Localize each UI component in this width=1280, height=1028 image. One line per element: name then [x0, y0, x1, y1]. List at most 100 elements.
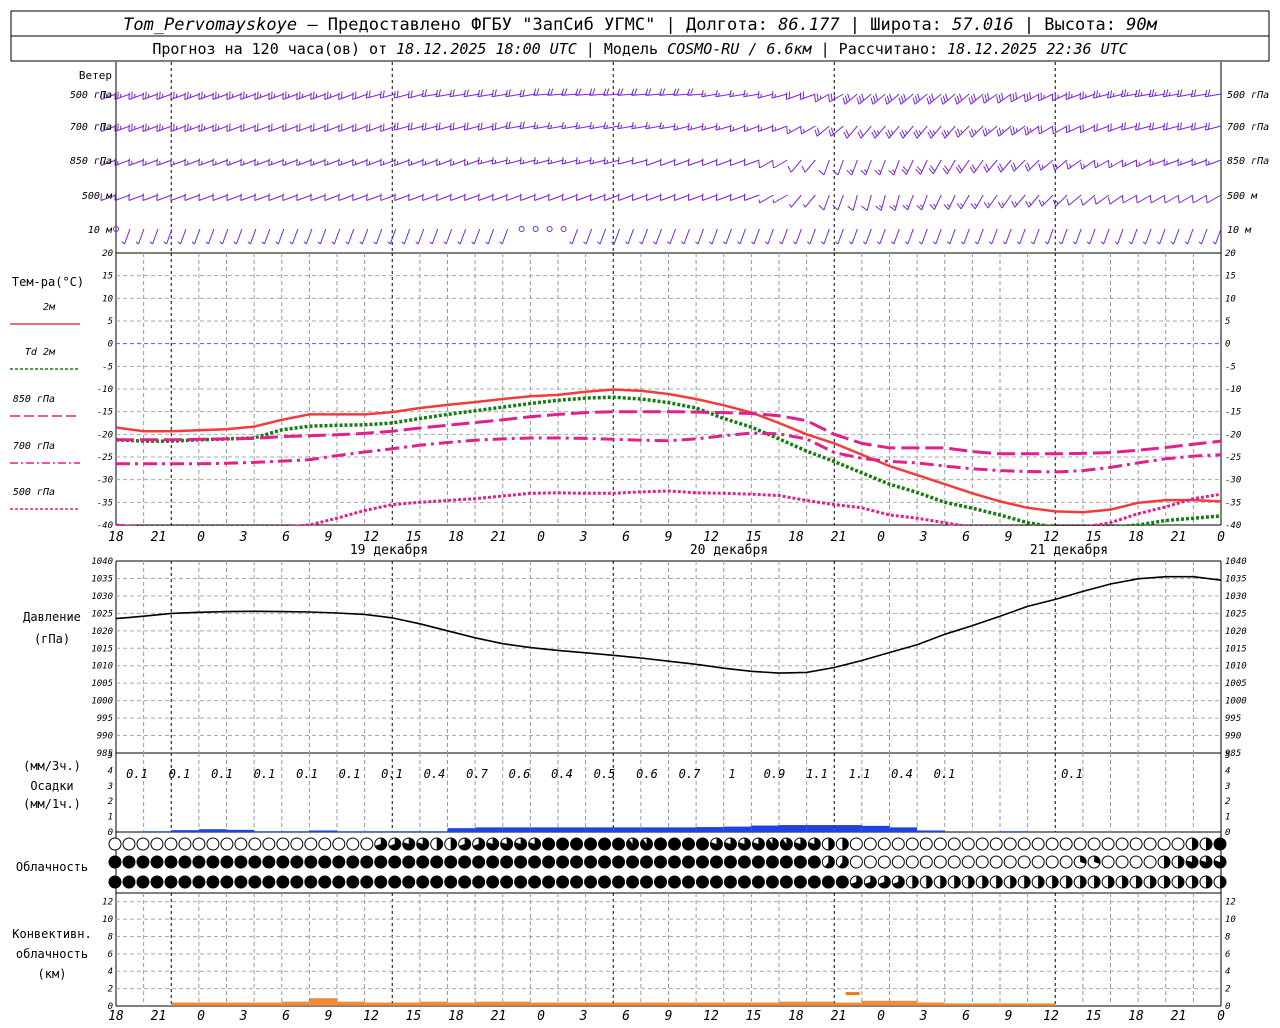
cloud-symbol: [165, 838, 177, 850]
wind-barb-staff: [521, 195, 536, 201]
wind-barb-feather: [635, 89, 637, 96]
precip-bar: [420, 831, 448, 832]
cloud-symbol: [1102, 838, 1114, 850]
wind-barb-feather: [719, 126, 720, 129]
wind-barb-staff: [859, 94, 871, 104]
cloud-fill-full: [808, 876, 820, 888]
wind-barb-feather: [590, 122, 592, 129]
wind-barb-staff: [758, 126, 773, 132]
wind-barb-staff: [988, 195, 997, 208]
wind-barb-staff: [520, 94, 536, 97]
wind-barb-staff: [502, 229, 507, 244]
precip-tick-left: 0: [108, 828, 113, 838]
meteogram: Tom_Pervomayskoye – Предоставлено ФГБУ "…: [0, 0, 1280, 1024]
wind-barb-staff: [894, 229, 899, 244]
cloud-fill-partial: [1038, 876, 1044, 888]
wind-barb-staff: [492, 160, 507, 164]
wind-barb-feather: [478, 123, 479, 130]
cloud-symbol: [235, 838, 247, 850]
wind-barb-feather: [957, 96, 959, 103]
wind-barb-feather: [551, 89, 553, 96]
cloud-symbol: [1172, 838, 1184, 850]
wind-barb-staff: [241, 126, 256, 132]
press-tick-left: 1000: [91, 697, 113, 707]
cloud-fill-partial: [982, 876, 988, 888]
temp-tick-right: -20: [1225, 430, 1241, 440]
wind-barb-staff: [227, 160, 242, 166]
wind-barb-staff: [1020, 229, 1025, 244]
wind-barb-staff: [306, 229, 311, 244]
wind-barb-feather: [1153, 122, 1154, 129]
wind-barb-feather: [833, 205, 838, 210]
conv-bar: [199, 1003, 227, 1006]
wind-barb-staff: [195, 229, 200, 244]
wind-barb-feather: [877, 242, 880, 244]
wind-barb-staff: [320, 229, 326, 244]
wind-barb-feather: [829, 95, 830, 102]
wind-barb-feather: [534, 157, 535, 164]
wind-barb-staff: [171, 94, 186, 100]
wind-barb-staff: [880, 229, 886, 244]
conv-bar: [586, 1003, 614, 1006]
wind-barb-staff: [642, 229, 648, 244]
wind-barb-staff: [670, 229, 675, 244]
wind-barb-feather: [1136, 196, 1137, 203]
wind-barb-feather: [150, 242, 153, 244]
wind-barb-feather: [304, 242, 307, 244]
wind-barb-feather: [1122, 196, 1123, 203]
wind-barb-staff: [688, 94, 704, 95]
wind-barb-staff: [744, 94, 760, 97]
wind-barb-feather: [997, 130, 999, 137]
wind-barb-staff: [1151, 195, 1165, 203]
cloud-fill-full: [109, 876, 121, 888]
conv-tick-right: 0: [1225, 1002, 1230, 1012]
wind-barb-staff: [838, 195, 843, 210]
wind-barb-feather: [918, 94, 920, 101]
wind-barb-feather: [887, 96, 889, 103]
wind-barb-staff: [311, 160, 326, 166]
hour-tick-label-bottom: 6: [962, 1009, 970, 1024]
cloud-symbol: [1032, 838, 1044, 850]
legend-label: 500 гПа: [13, 487, 55, 498]
wind-barb-staff: [922, 229, 927, 244]
cloud-fill-full: [682, 856, 694, 868]
header-lon: 86.177: [778, 15, 840, 35]
wind-barb-feather: [886, 132, 889, 138]
wind-barb-feather: [1192, 123, 1193, 130]
wind-barb-feather: [857, 98, 859, 105]
wind-barb-staff: [972, 126, 983, 137]
conv-tick-left: 0: [108, 1002, 113, 1012]
hour-tick-label-bottom: 3: [239, 1009, 248, 1024]
wind-barb-feather: [1101, 242, 1104, 244]
wind-barb-staff: [143, 94, 158, 100]
wind-barb-staff: [227, 195, 242, 201]
wind-barb-feather: [702, 90, 704, 97]
press-tick-left: 990: [97, 732, 113, 742]
wind-barb-staff: [660, 126, 676, 129]
hour-tick-label: 6: [282, 530, 290, 545]
header-alt: 90м: [1126, 15, 1157, 35]
wind-barb-feather: [509, 121, 511, 128]
wind-barb-feather: [495, 122, 496, 129]
wind-barb-staff: [381, 195, 396, 201]
cloud-fill-full: [417, 876, 429, 888]
cloud-fill-full: [501, 876, 513, 888]
cloud-fill-full: [221, 856, 233, 868]
wind-barb-staff: [1202, 229, 1208, 244]
wind-barb-staff: [283, 195, 298, 201]
precipitation-plot: 0.10.10.10.10.10.10.10.40.70.60.40.50.60…: [126, 767, 1083, 832]
precip-bar: [337, 831, 365, 832]
cloud-fill-partial: [1164, 876, 1170, 888]
wind-barb-feather: [632, 157, 633, 164]
wind-barb-feather: [607, 89, 609, 96]
temp-tick-left: -25: [97, 453, 113, 463]
precip-bar: [917, 830, 945, 832]
wind-barb-feather: [590, 157, 591, 164]
wind-barb-feather: [815, 95, 816, 102]
wind-barb-feather: [506, 90, 508, 97]
wind-barb-feather: [1041, 126, 1042, 133]
cloud-fill-full: [459, 856, 471, 868]
wind-barb-staff: [395, 195, 410, 201]
wind-barb-staff: [1206, 160, 1221, 166]
wind-barb-feather: [817, 94, 818, 101]
